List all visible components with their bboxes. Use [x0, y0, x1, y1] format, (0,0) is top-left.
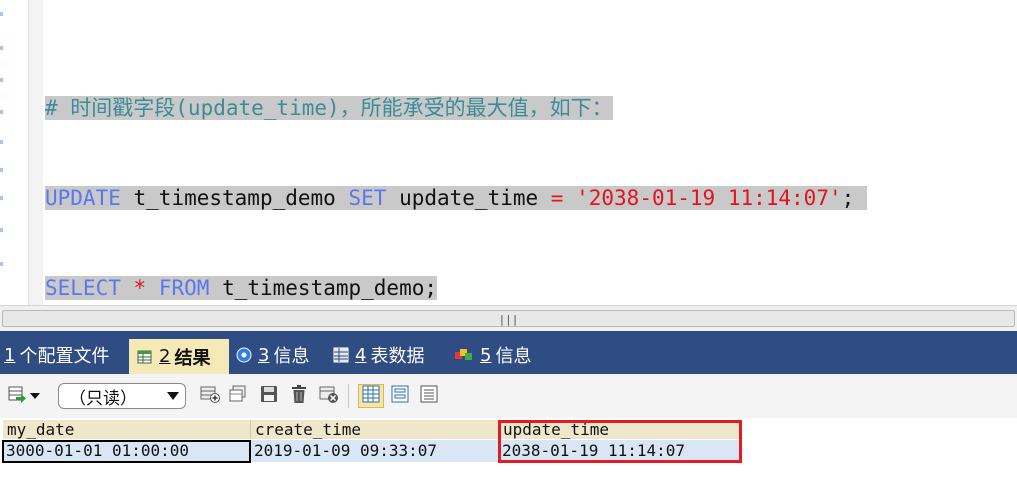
- sql-keyword: UPDATE: [45, 186, 121, 210]
- highlight-annotation-box: [498, 420, 742, 463]
- gutter-marker: [0, 262, 3, 266]
- grid-view-button[interactable]: [358, 384, 384, 408]
- sql-editor[interactable]: # 时间戳字段(update_time)，所能承受的最大值，如下： UPDATE…: [0, 0, 1017, 305]
- horizontal-scrollbar[interactable]: |||: [0, 305, 1017, 331]
- readonly-select[interactable]: （只读）: [58, 383, 186, 409]
- add-row-icon: [200, 384, 220, 408]
- tab-number: 2: [159, 346, 171, 367]
- duplicate-icon: [228, 384, 248, 408]
- tab-label: 结果: [174, 347, 211, 369]
- save-icon: [260, 385, 278, 407]
- gutter-marker: [0, 168, 3, 172]
- tab-profiles[interactable]: 1 个配置文件: [4, 340, 109, 370]
- colored-blocks-icon: [454, 347, 474, 363]
- sql-string-literal: '2038-01-19 11:14:07': [576, 186, 842, 210]
- gutter-marker: [0, 110, 3, 114]
- tab-number: 5: [480, 344, 492, 366]
- tab-info-2[interactable]: 5 信息: [454, 340, 531, 370]
- form-view-button[interactable]: [389, 385, 411, 407]
- gutter-marker: [0, 12, 3, 16]
- trash-icon: [290, 384, 308, 408]
- delete-button[interactable]: [288, 385, 310, 407]
- sql-keyword: SELECT: [45, 276, 121, 300]
- discard-icon: [319, 384, 339, 408]
- tab-table-data[interactable]: 4 表数据: [333, 340, 424, 370]
- text-view-button[interactable]: [418, 385, 440, 407]
- grid-view-icon: [362, 385, 380, 407]
- gutter-marker: [0, 78, 3, 82]
- chevron-down-icon: [167, 392, 179, 400]
- gutter-marker: [0, 46, 3, 50]
- gutter-marker: [0, 196, 3, 200]
- column-header-create-time[interactable]: create_time: [251, 420, 499, 439]
- sql-operator: *: [133, 276, 147, 300]
- chevron-down-icon: [30, 393, 40, 399]
- sql-semicolon: ;: [841, 186, 855, 210]
- sql-operator: =: [550, 186, 564, 210]
- result-tab-bar: 1 个配置文件 2 结果 3 信息 4 表数据 5 信息: [0, 331, 1017, 374]
- sql-keyword: FROM: [158, 276, 210, 300]
- form-view-icon: [391, 385, 409, 407]
- table-icon: [333, 347, 349, 363]
- column-header-my-date[interactable]: my_date: [3, 420, 251, 439]
- sql-table-name: t_timestamp_demo: [222, 276, 425, 300]
- tab-results[interactable]: 2 结果: [129, 339, 229, 374]
- code-line-3: SELECT * FROM t_timestamp_demo;: [45, 273, 867, 303]
- result-grid-icon: [137, 349, 153, 365]
- add-row-button[interactable]: [199, 385, 221, 407]
- duplicate-row-button[interactable]: [227, 385, 249, 407]
- tab-label: 个配置文件: [19, 346, 110, 367]
- sql-table-name: t_timestamp_demo: [133, 186, 336, 210]
- text-view-icon: [420, 385, 438, 407]
- selected-cell-frame: [2, 440, 251, 463]
- export-icon: [8, 385, 28, 407]
- fold-margin: [29, 0, 43, 305]
- discard-changes-button[interactable]: [318, 385, 340, 407]
- tab-info[interactable]: 3 信息: [236, 340, 309, 370]
- info-icon: [236, 347, 252, 363]
- gutter-marker: [0, 228, 3, 232]
- grip-icon: |||: [498, 313, 519, 326]
- tab-number: 1: [4, 344, 16, 366]
- sql-semicolon: ;: [424, 276, 438, 300]
- scrollbar-thumb[interactable]: |||: [2, 310, 1015, 327]
- tab-label: 信息: [495, 346, 532, 367]
- sql-comment: # 时间戳字段(update_time)，所能承受的最大值，如下：: [45, 96, 613, 120]
- sql-keyword: SET: [348, 186, 387, 210]
- tab-number: 3: [258, 344, 270, 366]
- editor-gutter: [0, 0, 28, 305]
- readonly-select-value: （只读）: [69, 388, 137, 409]
- table-cell-create-time[interactable]: 2019-01-09 09:33:07: [251, 440, 499, 462]
- tab-number: 4: [355, 344, 367, 366]
- export-dropdown-button[interactable]: [4, 385, 44, 407]
- code-line-2: UPDATE t_timestamp_demo SET update_time …: [45, 183, 867, 213]
- code-line-1: # 时间戳字段(update_time)，所能承受的最大值，如下：: [45, 93, 867, 123]
- sql-column-name: update_time: [399, 186, 539, 210]
- tab-label: 信息: [273, 346, 310, 367]
- save-button[interactable]: [258, 385, 280, 407]
- tab-label: 表数据: [370, 346, 425, 367]
- gutter-marker: [0, 140, 3, 144]
- result-toolbar: （只读）: [0, 374, 1017, 418]
- toolbar-separator: [348, 384, 349, 408]
